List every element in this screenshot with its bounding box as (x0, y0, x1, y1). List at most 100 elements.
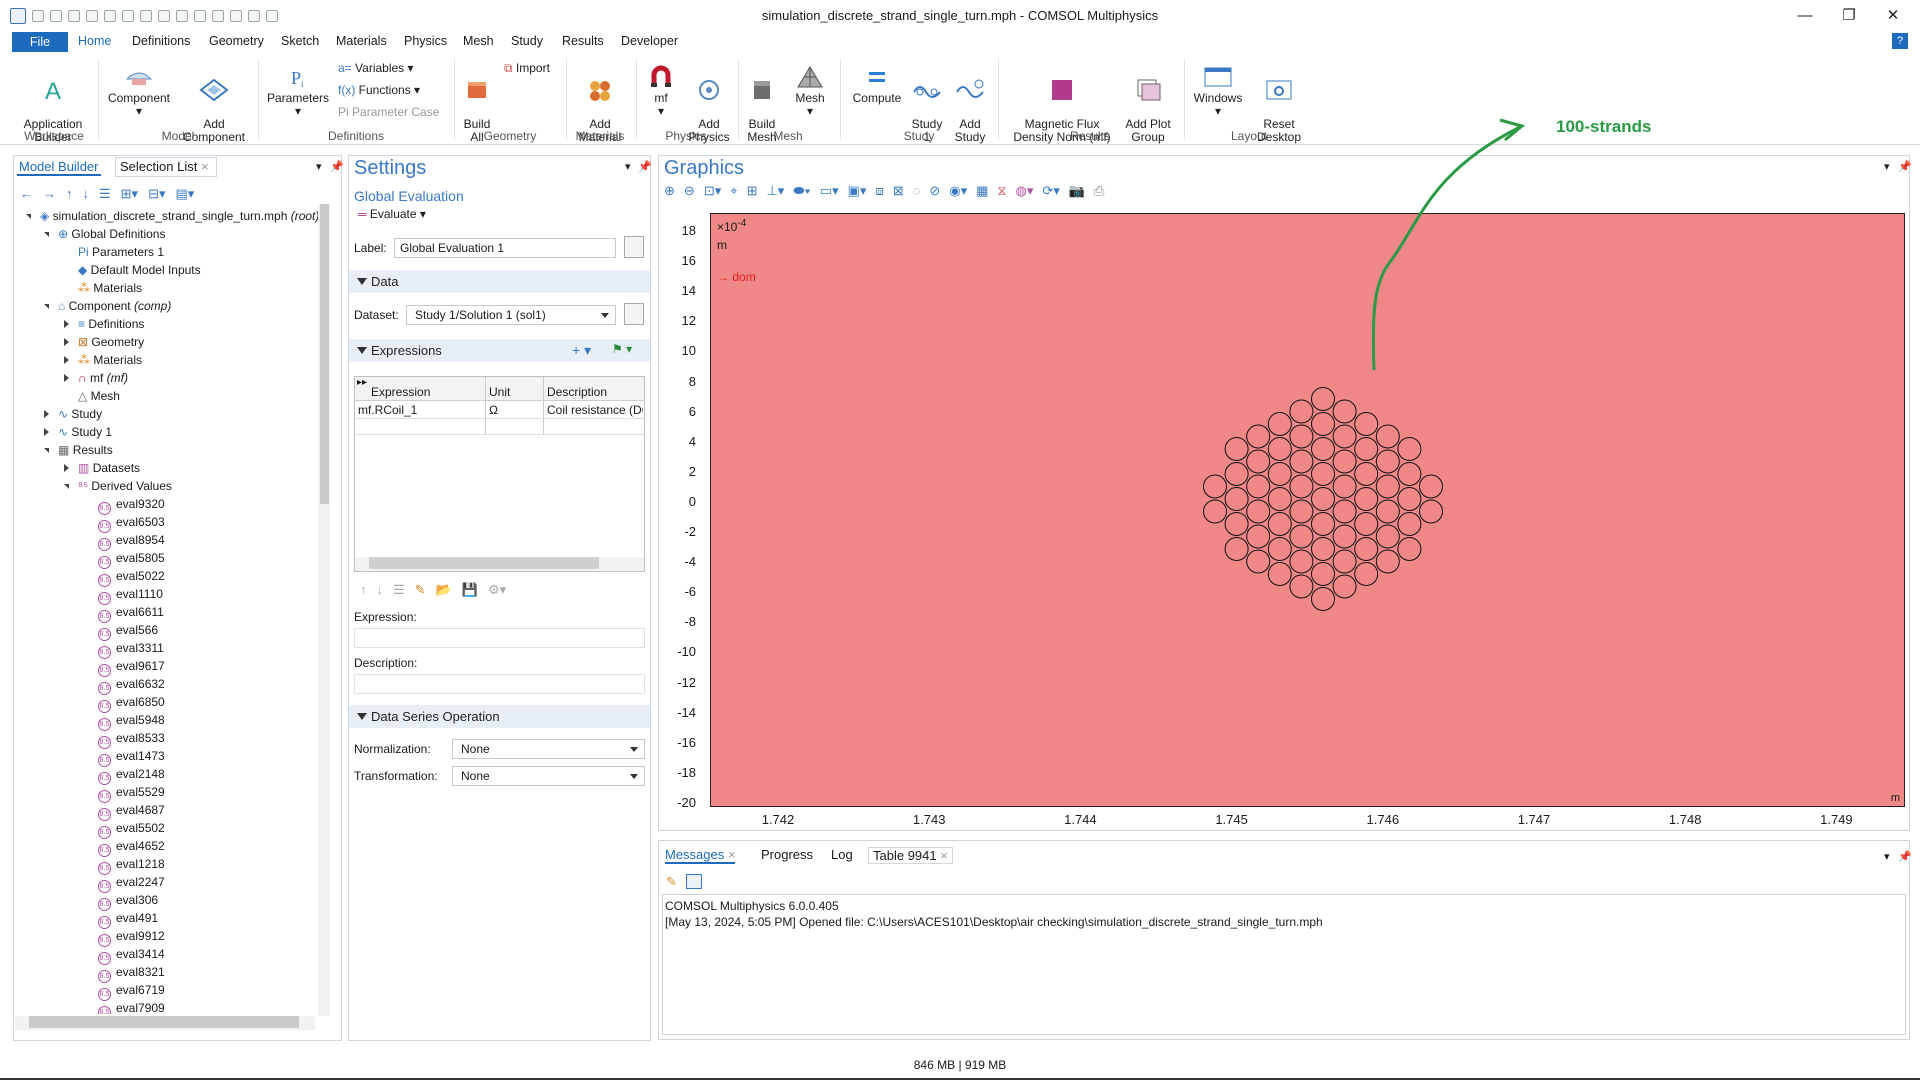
clear-messages-icon[interactable]: ✎ (666, 874, 677, 890)
tree-eval-item[interactable]: 8.5 eval6611 (98, 603, 164, 623)
scrollbar-thumb[interactable] (369, 557, 599, 569)
compute-button[interactable]: Compute (846, 65, 908, 105)
table-row-empty[interactable] (355, 419, 644, 435)
expand-icon[interactable]: ⊞▾ (121, 186, 138, 202)
tree-parameters1[interactable]: Pi Parameters 1 (78, 243, 164, 261)
message-options-icon[interactable] (686, 874, 702, 889)
tree-scrollbar[interactable] (318, 204, 330, 1016)
tab-sketch[interactable]: Sketch (281, 34, 319, 48)
zoom-selected-icon[interactable]: ⌖ (730, 183, 737, 199)
tab-study[interactable]: Study (511, 34, 543, 48)
tree-eval-item[interactable]: 8.5 eval5022 (98, 567, 165, 587)
show-icon[interactable]: ☰ (99, 186, 111, 202)
pin-icon[interactable]: 📌 (638, 160, 652, 173)
tree-eval-item[interactable]: 8.5 eval7909 (98, 999, 165, 1014)
render-mode-icon[interactable]: ◉▾ (949, 183, 967, 199)
tree-eval-item[interactable]: 8.5 eval8321 (98, 963, 165, 983)
hide-icon[interactable]: ◌ (913, 183, 921, 199)
tree-eval-item[interactable]: 8.5 eval6632 (98, 675, 165, 695)
tab-results[interactable]: Results (562, 34, 604, 48)
tab-physics[interactable]: Physics (404, 34, 447, 48)
expander-icon[interactable] (44, 232, 49, 237)
save-to-file-icon[interactable]: 💾 (462, 582, 478, 598)
tree-eval-item[interactable]: 8.5 eval5502 (98, 819, 165, 839)
close-button[interactable]: ✕ (1870, 4, 1916, 28)
wireframe-icon[interactable]: ⧖ (997, 183, 1006, 199)
maximize-button[interactable]: ❐ (1826, 4, 1872, 28)
tree-eval-item[interactable]: 8.5 eval5948 (98, 711, 165, 731)
expander-icon[interactable] (64, 338, 69, 346)
more-options-icon[interactable]: ⚙▾ (488, 582, 506, 598)
tree-eval-item[interactable]: 8.5 eval4652 (98, 837, 165, 857)
tree-eval-item[interactable]: 8.5 eval3414 (98, 945, 165, 965)
axis-orientation-icon[interactable]: ⊥▾ (766, 183, 784, 199)
move-down-icon[interactable]: ↓ (83, 186, 90, 202)
views-icon[interactable]: ⬬▾ (793, 183, 810, 199)
load-from-file-icon[interactable]: 📂 (436, 582, 452, 598)
functions-button[interactable]: f(x) Functions ▾ (338, 83, 420, 97)
view-options-icon[interactable]: ▤▾ (176, 186, 195, 202)
zoom-in-icon[interactable]: ⊕ (664, 183, 675, 199)
tree-materials[interactable]: ⁂ Materials (64, 351, 142, 369)
panel-menu-icon[interactable]: ▾ (625, 160, 631, 173)
tree-eval-item[interactable]: 8.5 eval1473 (98, 747, 165, 767)
panel-menu-icon[interactable]: ▾ (1884, 160, 1890, 173)
label-reset-icon[interactable] (624, 236, 644, 258)
pin-icon[interactable]: 📌 (1898, 160, 1912, 173)
tree-eval-item[interactable]: 8.5 eval6850 (98, 693, 165, 713)
component-button[interactable]: Component ▾ (104, 65, 174, 118)
grid-icon[interactable]: ▦ (976, 183, 988, 199)
tree-root[interactable]: ◈ simulation_discrete_strand_single_turn… (26, 207, 318, 225)
minimize-button[interactable]: — (1782, 4, 1828, 28)
zoom-box-icon[interactable]: ⊡▾ (704, 183, 721, 199)
close-icon[interactable]: × (201, 159, 209, 174)
help-icon[interactable]: ? (1892, 33, 1908, 49)
selection-mode-icon[interactable]: ▭▾ (820, 183, 839, 199)
expander-icon[interactable] (44, 428, 49, 436)
variables-button[interactable]: a= Variables ▾ (338, 61, 414, 75)
zoom-extents-icon[interactable]: ⊞ (747, 183, 758, 199)
tab-progress[interactable]: Progress (761, 847, 813, 862)
close-icon[interactable]: × (940, 848, 948, 863)
tree-eval-item[interactable]: 8.5 eval566 (98, 621, 158, 641)
dataset-goto-icon[interactable] (624, 303, 644, 325)
expander-icon[interactable] (64, 320, 69, 328)
tree-study1[interactable]: ∿ Study 1 (44, 423, 112, 441)
close-icon[interactable]: × (728, 847, 736, 862)
tree-eval-item[interactable]: 8.5 eval6719 (98, 981, 165, 1001)
plot-area[interactable]: ×10-4 m → dom m (710, 213, 1905, 807)
parameter-case-button[interactable]: Pi Parameter Case (338, 105, 439, 119)
deselect-box-icon[interactable]: ⊠ (893, 183, 904, 199)
move-up-icon[interactable]: ↑ (66, 186, 73, 202)
tree-geometry[interactable]: ⊠ Geometry (64, 333, 144, 351)
tree-eval-item[interactable]: 8.5 eval5529 (98, 783, 165, 803)
replace-expression-icon[interactable]: ⚑ ▾ (612, 342, 632, 356)
select-box-icon[interactable]: ⧈ (875, 183, 883, 199)
dataset-select[interactable]: Study 1/Solution 1 (sol1) (406, 305, 616, 325)
tree-eval-item[interactable]: 8.5 eval2148 (98, 765, 165, 785)
tab-log[interactable]: Log (831, 847, 853, 862)
reset-view-icon[interactable]: ⟳▾ (1042, 183, 1059, 199)
parameters-button[interactable]: Pi Parameters ▾ (262, 65, 334, 118)
tab-messages[interactable]: Messages × (665, 847, 736, 864)
tab-definitions[interactable]: Definitions (132, 34, 190, 48)
transparency-icon[interactable]: ◍▾ (1016, 183, 1034, 199)
table-row[interactable]: mf.RCoil_1 Ω Coil resistance (DC (355, 401, 644, 419)
tree-eval-item[interactable]: 8.5 eval9617 (98, 657, 165, 677)
section-data[interactable]: Data (349, 270, 650, 293)
tab-mesh[interactable]: Mesh (463, 34, 494, 48)
normalization-select[interactable]: None (452, 739, 645, 759)
tree-study[interactable]: ∿ Study (44, 405, 102, 423)
expression-field[interactable] (354, 628, 645, 648)
tree-eval-item[interactable]: 8.5 eval8954 (98, 531, 165, 551)
scrollbar-thumb[interactable] (319, 204, 329, 504)
tab-selection-list[interactable]: Selection List × (115, 157, 217, 177)
tree-global-materials[interactable]: ⁂ Materials (78, 279, 142, 297)
tab-materials[interactable]: Materials (336, 34, 387, 48)
tree-eval-item[interactable]: 8.5 eval6503 (98, 513, 165, 533)
tree-eval-item[interactable]: 8.5 eval9320 (98, 495, 165, 515)
tree-eval-item[interactable]: 8.5 eval491 (98, 909, 158, 929)
collapse-icon[interactable]: ⊟▾ (148, 186, 165, 202)
label-field[interactable]: Global Evaluation 1 (394, 238, 616, 258)
tree-results[interactable]: ▦ Results (44, 441, 113, 459)
